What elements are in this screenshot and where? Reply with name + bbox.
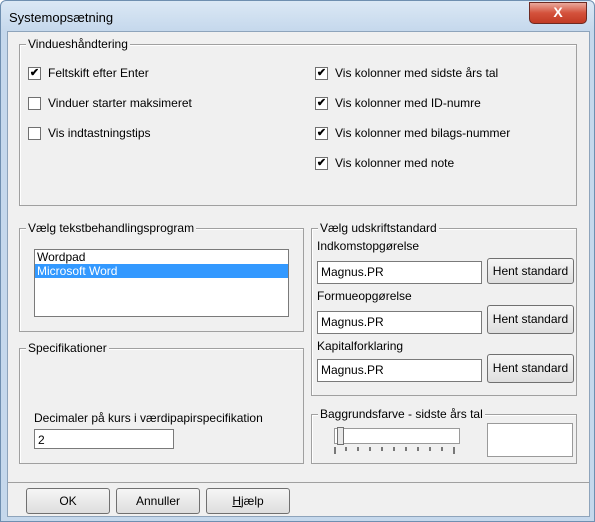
checkbox-maksimeret[interactable]: Vinduer starter maksimeret [28, 95, 192, 111]
wealth-statement-fetch-button[interactable]: Hent standard [487, 305, 574, 334]
checkbox-box[interactable]: ✔ [28, 66, 41, 80]
checkbox-bilags-nummer[interactable]: ✔ Vis kolonner med bilags-nummer [315, 125, 510, 141]
checkbox-note[interactable]: ✔ Vis kolonner med note [315, 155, 454, 171]
checkbox-label: Vis kolonner med bilags-nummer [335, 126, 511, 140]
window-title: Systemopsætning [9, 10, 114, 25]
window-handling-group: Vindueshåndtering ✔ Feltskift efter Ente… [19, 37, 577, 206]
print-standard-legend: Vælg udskriftstandard [318, 221, 439, 235]
help-label-rest: jælp [240, 494, 264, 508]
checkbox-label: Vinduer starter maksimeret [48, 96, 192, 110]
checkbox-sidste-aars-tal[interactable]: ✔ Vis kolonner med sidste års tal [315, 65, 498, 81]
checkbox-box[interactable]: ✔ [315, 66, 328, 80]
checkbox-box[interactable]: ✔ [315, 96, 328, 110]
income-statement-label: Indkomstopgørelse [317, 239, 420, 253]
checkbox-label: Vis kolonner med sidste års tal [335, 66, 499, 80]
specifications-legend: Specifikationer [26, 341, 109, 355]
checkbox-label: Vis indtastningstips [48, 126, 151, 140]
capital-explanation-label: Kapitalforklaring [317, 339, 404, 353]
checkbox-feltskift[interactable]: ✔ Feltskift efter Enter [28, 65, 149, 81]
checkbox-box[interactable] [28, 96, 41, 110]
help-accelerator: H [232, 494, 241, 508]
word-processor-list[interactable]: Wordpad Microsoft Word [34, 249, 289, 317]
list-item-wordpad[interactable]: Wordpad [35, 250, 288, 264]
income-statement-fetch-button[interactable]: Hent standard [487, 258, 574, 284]
checkbox-label: Feltskift efter Enter [48, 66, 149, 80]
dialog-window: Systemopsætning X Vindueshåndtering ✔ Fe… [0, 0, 595, 522]
decimals-label: Decimaler på kurs i værdipapirspecifikat… [34, 411, 263, 425]
checkbox-id-numre[interactable]: ✔ Vis kolonner med ID-numre [315, 95, 481, 111]
word-processor-legend: Vælg tekstbehandlingsprogram [26, 221, 197, 235]
word-processor-group: Vælg tekstbehandlingsprogram Wordpad Mic… [19, 221, 304, 332]
print-standard-group: Vælg udskriftstandard Indkomstopgørelse … [311, 221, 577, 396]
title-bar[interactable]: Systemopsætning X [1, 1, 594, 31]
wealth-statement-label: Formueopgørelse [317, 289, 412, 303]
close-button[interactable]: X [529, 2, 587, 24]
color-slider-track[interactable] [334, 427, 460, 445]
checkbox-box[interactable]: ✔ [315, 126, 328, 140]
checkbox-label: Vis kolonner med note [335, 156, 455, 170]
bottom-button-bar: OK Annuller Hjælp [8, 482, 589, 517]
dialog-client: Vindueshåndtering ✔ Feltskift efter Ente… [7, 31, 590, 517]
window-handling-legend: Vindueshåndtering [26, 37, 130, 51]
checkbox-box[interactable]: ✔ [315, 156, 328, 170]
ok-button[interactable]: OK [26, 488, 110, 514]
checkbox-label: Vis kolonner med ID-numre [335, 96, 481, 110]
specifications-group: Specifikationer Decimaler på kurs i værd… [19, 341, 304, 464]
checkbox-box[interactable] [28, 126, 41, 140]
cancel-button[interactable]: Annuller [116, 488, 200, 514]
background-color-legend: Baggrundsfarve - sidste års tal [318, 407, 485, 421]
checkbox-indtastningstips[interactable]: Vis indtastningstips [28, 125, 151, 141]
color-slider-thumb[interactable] [337, 427, 344, 445]
capital-explanation-input[interactable]: Magnus.PR [317, 359, 482, 382]
close-icon: X [553, 4, 563, 20]
list-item-word[interactable]: Microsoft Word [35, 264, 288, 278]
background-color-group: Baggrundsfarve - sidste års tal [311, 407, 577, 464]
color-preview [487, 423, 573, 457]
wealth-statement-input[interactable]: Magnus.PR [317, 311, 482, 334]
help-button[interactable]: Hjælp [206, 488, 290, 514]
decimals-input[interactable]: 2 [34, 429, 174, 449]
income-statement-input[interactable]: Magnus.PR [317, 261, 482, 284]
capital-explanation-fetch-button[interactable]: Hent standard [487, 354, 574, 383]
slider-ticks [334, 447, 455, 454]
